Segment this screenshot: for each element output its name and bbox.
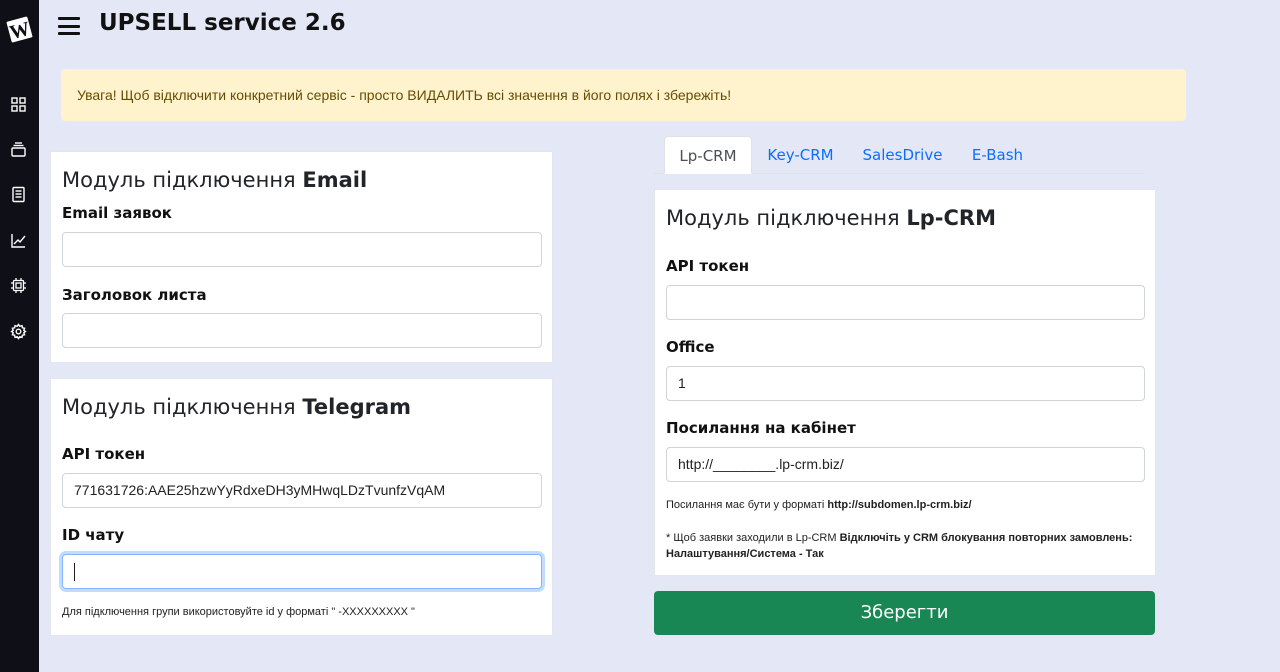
- text-caret: [74, 563, 75, 582]
- office-field[interactable]: 1: [666, 366, 1145, 401]
- subject-label: Заголовок листа: [62, 286, 207, 304]
- grid-icon[interactable]: [10, 96, 27, 113]
- lpcrm-token-field[interactable]: [666, 285, 1145, 320]
- email-field[interactable]: [62, 232, 542, 267]
- page-title: UPSELL service 2.6: [99, 10, 346, 36]
- document-icon[interactable]: [10, 186, 27, 203]
- chart-icon[interactable]: [10, 232, 27, 249]
- layers-icon[interactable]: [10, 141, 27, 158]
- office-label: Office: [666, 338, 715, 356]
- telegram-module-card: Модуль підключення Telegram API токен 77…: [50, 378, 553, 636]
- lpcrm-module-card: Модуль підключення Lp-CRM API токен Offi…: [654, 189, 1156, 576]
- link-format-hint: Посилання має бути у форматі http://subd…: [666, 499, 972, 511]
- email-module-title: Модуль підключення Email: [62, 168, 368, 192]
- duplicate-orders-note: * Щоб заявки заходили в Lp-CRM Відключіт…: [666, 532, 1133, 560]
- sidebar: W: [0, 0, 39, 672]
- menu-toggle-icon[interactable]: [58, 17, 80, 35]
- email-module-card: Модуль підключення Email Email заявок За…: [50, 151, 553, 363]
- gear-icon[interactable]: [10, 323, 27, 340]
- crm-tabs: Lp-CRM Key-CRM SalesDrive E-Bash: [654, 136, 1144, 174]
- chat-id-field[interactable]: [62, 554, 542, 589]
- chat-id-hint: Для підключення групи використовуйте id …: [62, 606, 415, 618]
- tab-lp-crm[interactable]: Lp-CRM: [664, 136, 752, 174]
- telegram-token-label: API токен: [62, 445, 146, 463]
- wordpress-logo-icon[interactable]: W: [2, 12, 37, 47]
- cabinet-link-label: Посилання на кабінет: [666, 419, 856, 437]
- chat-id-label: ID чату: [62, 526, 125, 544]
- lpcrm-module-title: Модуль підключення Lp-CRM: [666, 206, 996, 230]
- telegram-module-title: Модуль підключення Telegram: [62, 395, 412, 419]
- lpcrm-token-label: API токен: [666, 257, 750, 275]
- tab-e-bash[interactable]: E-Bash: [961, 136, 1034, 174]
- subject-field[interactable]: [62, 313, 542, 348]
- warning-alert: Увага! Щоб відключити конкретний сервіс …: [61, 69, 1186, 121]
- save-button[interactable]: Зберегти: [654, 591, 1155, 635]
- email-label: Email заявок: [62, 204, 172, 222]
- chip-icon[interactable]: [10, 277, 27, 294]
- cabinet-link-field[interactable]: http://________.lp-crm.biz/: [666, 447, 1145, 482]
- telegram-token-field[interactable]: 771631726:AAE25hzwYyRdxeDH3yMHwqLDzTvunf…: [62, 473, 542, 508]
- tab-salesdrive[interactable]: SalesDrive: [856, 136, 949, 174]
- tab-key-crm[interactable]: Key-CRM: [758, 136, 843, 174]
